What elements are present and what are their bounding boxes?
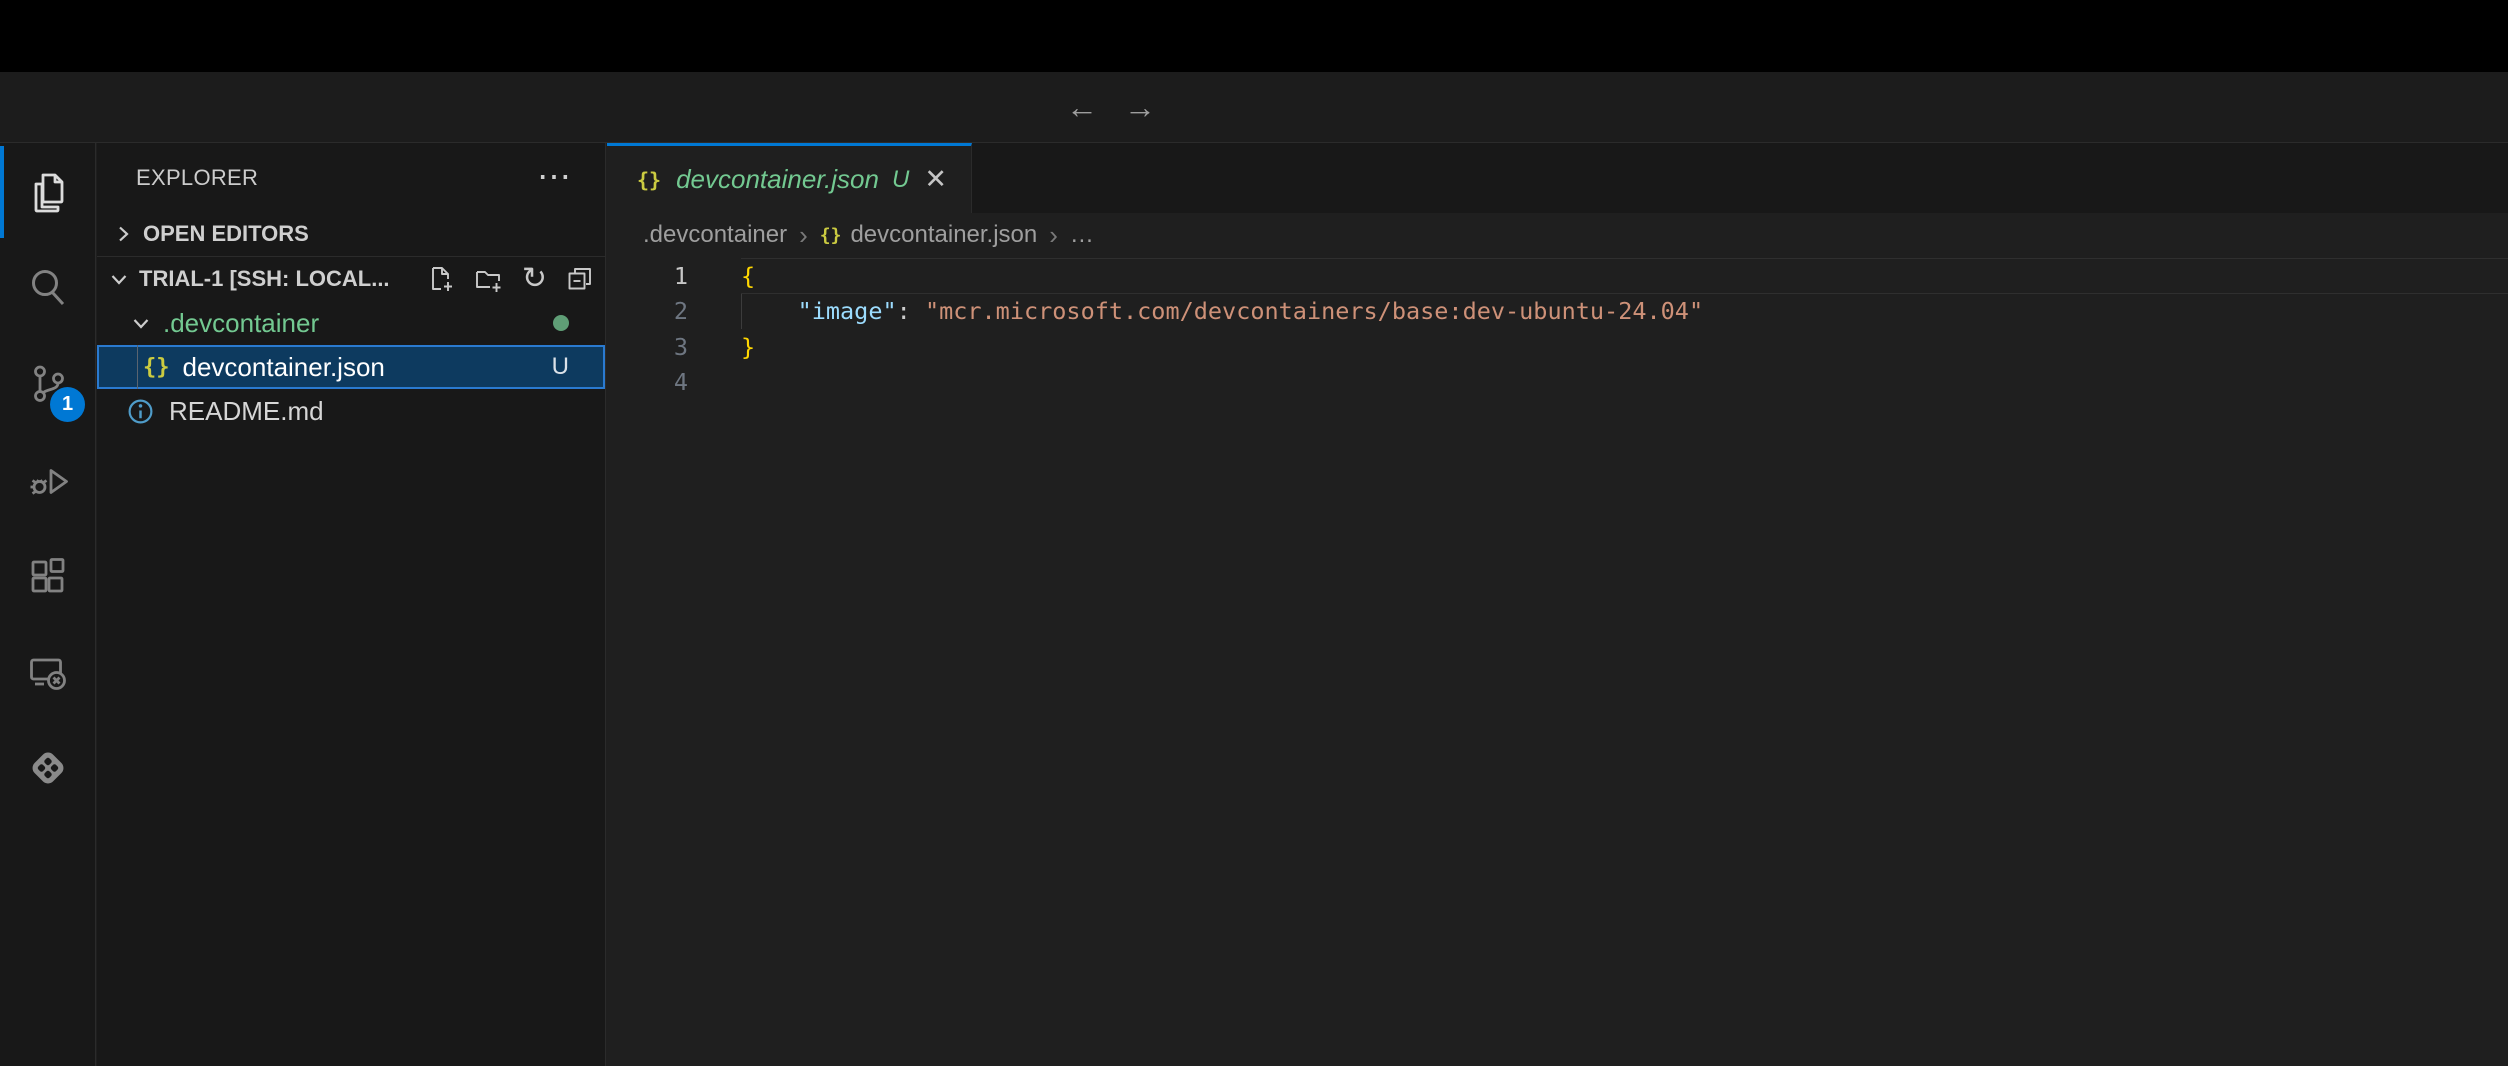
search-icon [26, 266, 70, 310]
tab-strip: {} devcontainer.json U ✕ [607, 143, 2508, 213]
breadcrumb-symbol-ellipsis[interactable]: … [1070, 221, 1094, 249]
code-token-key: "image" [798, 297, 897, 325]
json-file-icon: {} [637, 168, 661, 192]
vscode-window: ← → Trial-1 [SSH: localhost:32772] [0, 0, 2508, 1066]
tab-git-badge: U [892, 166, 909, 194]
sidebar-title: EXPLORER [136, 165, 258, 191]
code-line-4[interactable]: 4 [607, 365, 2508, 401]
activity-item-remote-explorer[interactable] [0, 624, 95, 720]
json-file-icon: {} [820, 225, 842, 246]
code-line-2[interactable]: 2 "image": "mcr.microsoft.com/devcontain… [607, 294, 2508, 330]
titlebar: ← → Trial-1 [SSH: localhost:32772] [0, 72, 2508, 143]
activity-item-search[interactable] [0, 240, 95, 336]
code-line-1[interactable]: 1 { [607, 258, 2508, 294]
top-black-strip [0, 0, 2508, 72]
json-file-icon: {} [143, 355, 170, 380]
code-area: 1 { 2 "image": "mcr.microsoft.com/devcon… [607, 258, 2508, 400]
back-button[interactable]: ← [1066, 91, 1098, 123]
tree-item-readme-md[interactable]: README.md [97, 389, 605, 433]
refresh-button[interactable]: ↻ [522, 264, 547, 294]
open-editors-section-header[interactable]: OPEN EDITORS [97, 212, 605, 257]
git-changes-dot [553, 315, 569, 331]
activity-item-source-control[interactable]: 1 [0, 336, 95, 432]
activity-bar: 1 [0, 143, 96, 1066]
open-editors-label: OPEN EDITORS [143, 221, 309, 247]
code-token-colon: : [897, 297, 925, 325]
activity-item-containers[interactable] [0, 720, 95, 816]
code-token-string: "mcr.microsoft.com/devcontainers/base:de… [925, 297, 1703, 325]
info-icon [126, 397, 155, 426]
more-actions-button[interactable]: ⋯ [537, 169, 573, 186]
containers-dice-icon [25, 745, 71, 791]
tree-indent-guide [137, 345, 138, 389]
tree-item-devcontainer-json[interactable]: {} devcontainer.json U [97, 345, 605, 389]
chevron-down-icon [108, 268, 130, 290]
workspace-label: TRIAL-1 [SSH: LOCAL... [139, 266, 390, 292]
folder-label: .devcontainer [163, 308, 319, 339]
activity-item-run-debug[interactable] [0, 432, 95, 528]
editor-group: {} devcontainer.json U ✕ .devcontainer ›… [607, 143, 2508, 1066]
line-number: 2 [607, 297, 688, 325]
chevron-right-icon [112, 223, 134, 245]
code-token-bracket: } [741, 333, 755, 361]
run-debug-icon [26, 458, 70, 502]
files-icon [26, 170, 70, 214]
new-file-button[interactable] [427, 265, 455, 293]
extensions-icon [26, 554, 70, 598]
code-token-bracket: { [741, 262, 755, 290]
activity-item-explorer[interactable] [0, 144, 95, 240]
new-folder-button[interactable] [474, 265, 503, 293]
breadcrumb-folder[interactable]: .devcontainer [643, 221, 787, 249]
tab-close-button[interactable]: ✕ [924, 166, 947, 193]
source-control-badge: 1 [50, 387, 85, 422]
line-number: 1 [607, 262, 688, 290]
tab-devcontainer-json[interactable]: {} devcontainer.json U ✕ [607, 143, 972, 213]
activity-item-extensions[interactable] [0, 528, 95, 624]
forward-button[interactable]: → [1124, 91, 1156, 123]
breadcrumbs: .devcontainer › {} devcontainer.json › … [607, 213, 2508, 257]
code-line-3[interactable]: 3 } [607, 329, 2508, 365]
workspace-section-header[interactable]: TRIAL-1 [SSH: LOCAL... ↻ [97, 257, 605, 301]
line-number: 4 [607, 368, 688, 396]
breadcrumb-file-label: devcontainer.json [850, 221, 1037, 249]
sidebar-header: EXPLORER ⋯ [97, 143, 605, 212]
selected-file-label: devcontainer.json [183, 352, 385, 383]
code-token-indent [741, 297, 798, 325]
breadcrumb-separator: › [799, 220, 808, 251]
tree-item-devcontainer-folder[interactable]: .devcontainer [97, 301, 605, 345]
chevron-down-icon [130, 312, 152, 334]
git-status-badge-untracked: U [552, 345, 569, 389]
explorer-sidebar: EXPLORER ⋯ OPEN EDITORS TRIAL-1 [SSH: LO… [97, 143, 606, 1066]
tab-label: devcontainer.json [676, 164, 879, 195]
breadcrumb-file[interactable]: {} devcontainer.json [820, 221, 1037, 249]
readme-label: README.md [169, 396, 324, 427]
breadcrumb-separator: › [1049, 220, 1058, 251]
collapse-all-button[interactable] [566, 265, 594, 293]
line-number: 3 [607, 333, 688, 361]
remote-explorer-icon [26, 650, 70, 694]
